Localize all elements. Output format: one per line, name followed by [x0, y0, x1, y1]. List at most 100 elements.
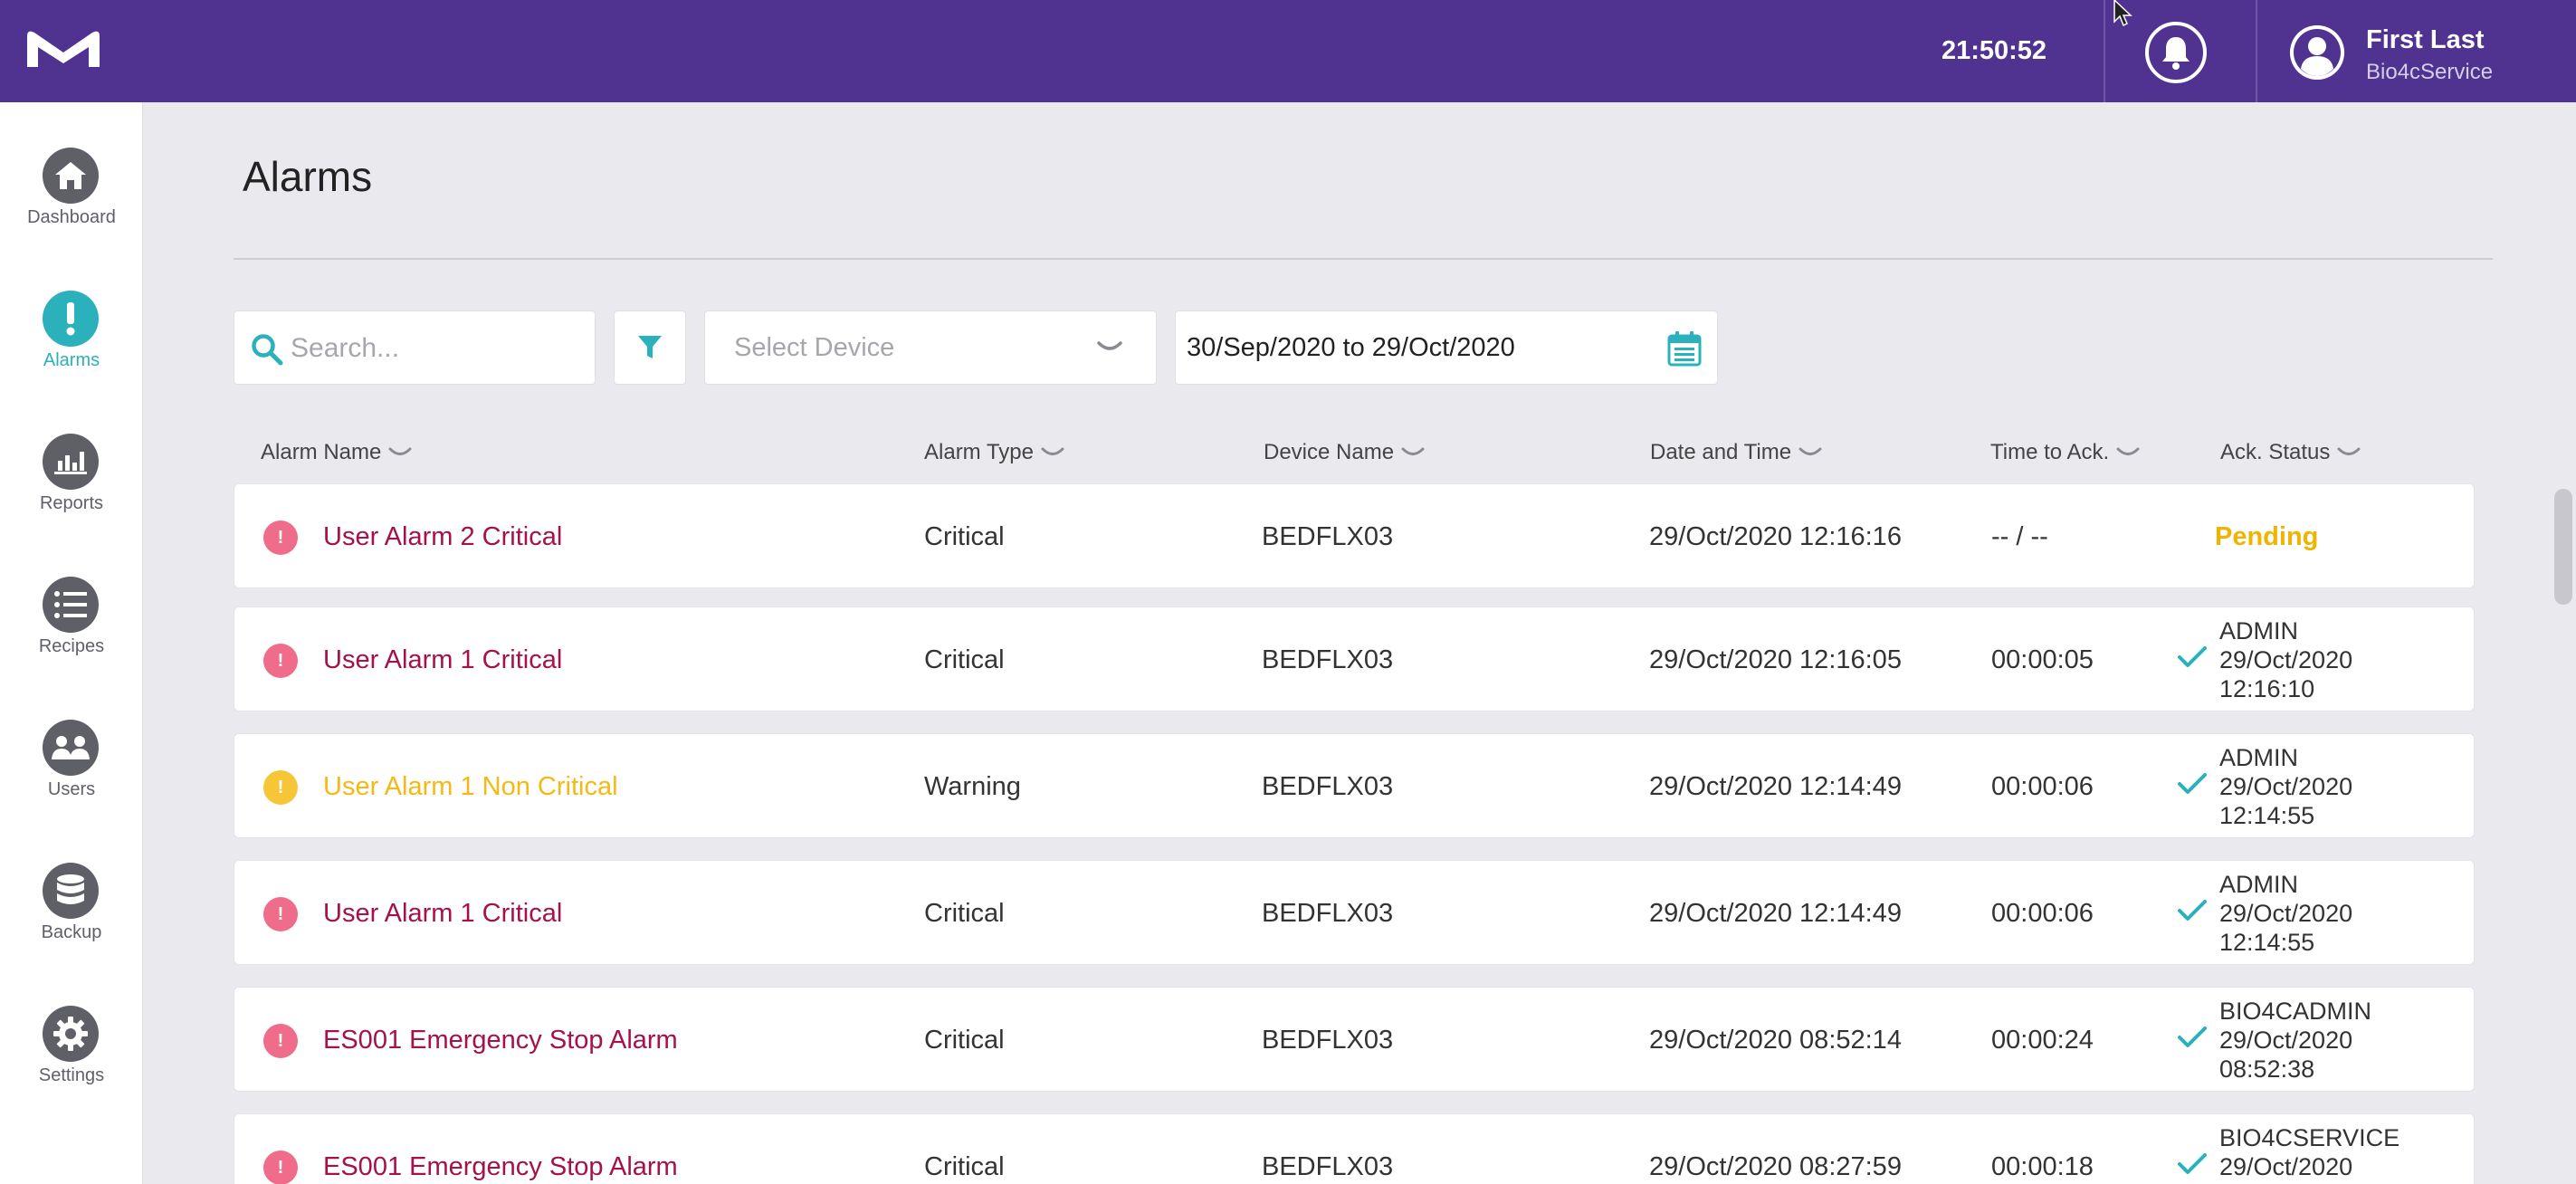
ack-user: BIO4CSERVICE	[2219, 1124, 2400, 1151]
alarm-datetime: 29/Oct/2020 12:14:49	[1649, 898, 1902, 928]
search-icon	[252, 334, 283, 366]
sort-chevron-icon	[1798, 447, 1822, 455]
calendar-icon[interactable]	[1666, 329, 1703, 368]
critical-alarm-icon: !	[263, 1024, 298, 1058]
ack-details: ADMIN 29/Oct/2020 12:14:55	[2219, 743, 2352, 830]
ack-details: ADMIN 29/Oct/2020 12:14:55	[2219, 870, 2352, 957]
alarm-name[interactable]: User Alarm 1 Non Critical	[323, 734, 618, 839]
topbar-divider	[2256, 0, 2257, 102]
filter-icon	[638, 336, 662, 358]
ack-details: ADMIN 29/Oct/2020 12:16:10	[2219, 616, 2352, 703]
check-icon	[2178, 773, 2207, 794]
device-name: BEDFLX03	[1262, 898, 1394, 928]
alarm-datetime: 29/Oct/2020 12:14:49	[1649, 771, 1902, 801]
alarm-type: Critical	[924, 898, 1005, 928]
critical-alarm-icon: !	[263, 644, 298, 678]
device-name: BEDFLX03	[1262, 771, 1394, 801]
time-to-ack: 00:00:05	[1991, 645, 2094, 674]
alarm-name[interactable]: User Alarm 1 Critical	[323, 861, 562, 966]
sidebar-item-recipes[interactable]: Recipes	[0, 577, 143, 685]
time-to-ack: 00:00:24	[1991, 1025, 2094, 1055]
alarm-name[interactable]: ES001 Emergency Stop Alarm	[323, 988, 678, 1093]
clock: 21:50:52	[1941, 36, 2047, 65]
check-icon	[2178, 900, 2207, 921]
column-header-date-time[interactable]: Date and Time	[1650, 440, 1822, 465]
sidebar-item-label: Backup	[41, 922, 102, 942]
ack-user: ADMIN	[2219, 871, 2298, 898]
alarm-type: Critical	[924, 645, 1005, 674]
ack-details: BIO4CSERVICE 29/Oct/2020	[2219, 1123, 2399, 1181]
column-header-label: Alarm Type	[924, 440, 1034, 464]
search-input[interactable]	[291, 328, 580, 369]
alarm-name[interactable]: ES001 Emergency Stop Alarm	[323, 1114, 678, 1184]
column-header-time-to-ack[interactable]: Time to Ack.	[1990, 440, 2140, 465]
table-row[interactable]: ! ES001 Emergency Stop Alarm Critical BE…	[234, 1113, 2475, 1184]
database-icon	[43, 863, 99, 919]
merck-logo[interactable]	[24, 27, 103, 71]
date-range-picker[interactable]: 30/Sep/2020 to 29/Oct/2020	[1175, 310, 1718, 385]
column-header-label: Date and Time	[1650, 440, 1792, 464]
users-icon	[43, 720, 99, 776]
home-icon	[43, 148, 99, 204]
column-header-label: Ack. Status	[2220, 440, 2331, 464]
table-row[interactable]: ! User Alarm 1 Non Critical Warning BEDF…	[234, 733, 2475, 838]
sort-chevron-icon	[1041, 447, 1064, 455]
column-header-label: Device Name	[1264, 440, 1395, 464]
notifications-button[interactable]	[2145, 22, 2207, 83]
alarm-type: Critical	[924, 1151, 1005, 1181]
sidebar-item-backup[interactable]: Backup	[0, 863, 143, 971]
bell-icon	[2162, 37, 2190, 70]
time-to-ack: 00:00:06	[1991, 898, 2094, 928]
column-header-device-name[interactable]: Device Name	[1264, 440, 1425, 465]
column-header-alarm-name[interactable]: Alarm Name	[261, 440, 412, 465]
sort-chevron-icon	[388, 447, 412, 455]
user-role: Bio4cService	[2366, 60, 2494, 84]
table-row[interactable]: ! ES001 Emergency Stop Alarm Critical BE…	[234, 987, 2475, 1092]
device-select[interactable]: Select Device	[704, 310, 1157, 385]
device-name: BEDFLX03	[1262, 1151, 1394, 1181]
alarm-type: Warning	[924, 771, 1021, 801]
sidebar-item-alarms[interactable]: Alarms	[0, 291, 143, 399]
sidebar-item-dashboard[interactable]: Dashboard	[0, 148, 143, 256]
mouse-cursor-icon	[2113, 0, 2132, 27]
table-row[interactable]: ! User Alarm 2 Critical Critical BEDFLX0…	[234, 483, 2475, 588]
sidebar-item-reports[interactable]: Reports	[0, 434, 143, 542]
column-header-ack-status[interactable]: Ack. Status	[2220, 440, 2361, 465]
alert-icon	[43, 291, 99, 347]
table-row[interactable]: ! User Alarm 1 Critical Critical BEDFLX0…	[234, 606, 2475, 711]
device-name: BEDFLX03	[1262, 645, 1394, 674]
sidebar-item-label: Reports	[39, 493, 104, 513]
sidebar-item-settings[interactable]: Settings	[0, 1006, 143, 1114]
user-menu[interactable]: First Last Bio4cService	[2290, 24, 2543, 84]
ack-time: 12:16:10	[2219, 675, 2315, 702]
device-name: BEDFLX03	[1262, 1025, 1394, 1055]
sort-chevron-icon	[1401, 447, 1425, 455]
table-header: Alarm Name Alarm Type Device Name Date a…	[234, 434, 2475, 474]
avatar	[2290, 25, 2344, 80]
ack-user: BIO4CADMIN	[2219, 998, 2372, 1025]
search-box[interactable]	[234, 310, 596, 385]
ack-status-pending[interactable]: Pending	[2215, 484, 2318, 589]
alarm-name[interactable]: User Alarm 2 Critical	[323, 484, 562, 589]
device-name: BEDFLX03	[1262, 521, 1394, 551]
ack-user: ADMIN	[2219, 744, 2298, 771]
time-to-ack: 00:00:06	[1991, 771, 2094, 801]
time-to-ack: -- / --	[1991, 521, 2048, 551]
critical-alarm-icon: !	[263, 1151, 298, 1184]
list-icon	[43, 577, 99, 633]
table-row[interactable]: ! User Alarm 1 Critical Critical BEDFLX0…	[234, 860, 2475, 965]
topbar-divider	[2104, 0, 2105, 102]
critical-alarm-icon: !	[263, 897, 298, 931]
alarm-name[interactable]: User Alarm 1 Critical	[323, 607, 562, 712]
alarm-datetime: 29/Oct/2020 12:16:05	[1649, 645, 1902, 674]
filter-button[interactable]	[614, 310, 686, 385]
check-icon	[2178, 646, 2207, 667]
alarm-type: Critical	[924, 1025, 1005, 1055]
scrollbar-thumb[interactable]	[2554, 489, 2572, 605]
check-icon	[2178, 1153, 2207, 1174]
sidebar-item-users[interactable]: Users	[0, 720, 143, 828]
sort-chevron-icon	[2116, 447, 2140, 455]
column-header-alarm-type[interactable]: Alarm Type	[924, 440, 1064, 465]
gear-icon	[43, 1006, 99, 1062]
sidebar-item-label: Dashboard	[27, 207, 116, 227]
